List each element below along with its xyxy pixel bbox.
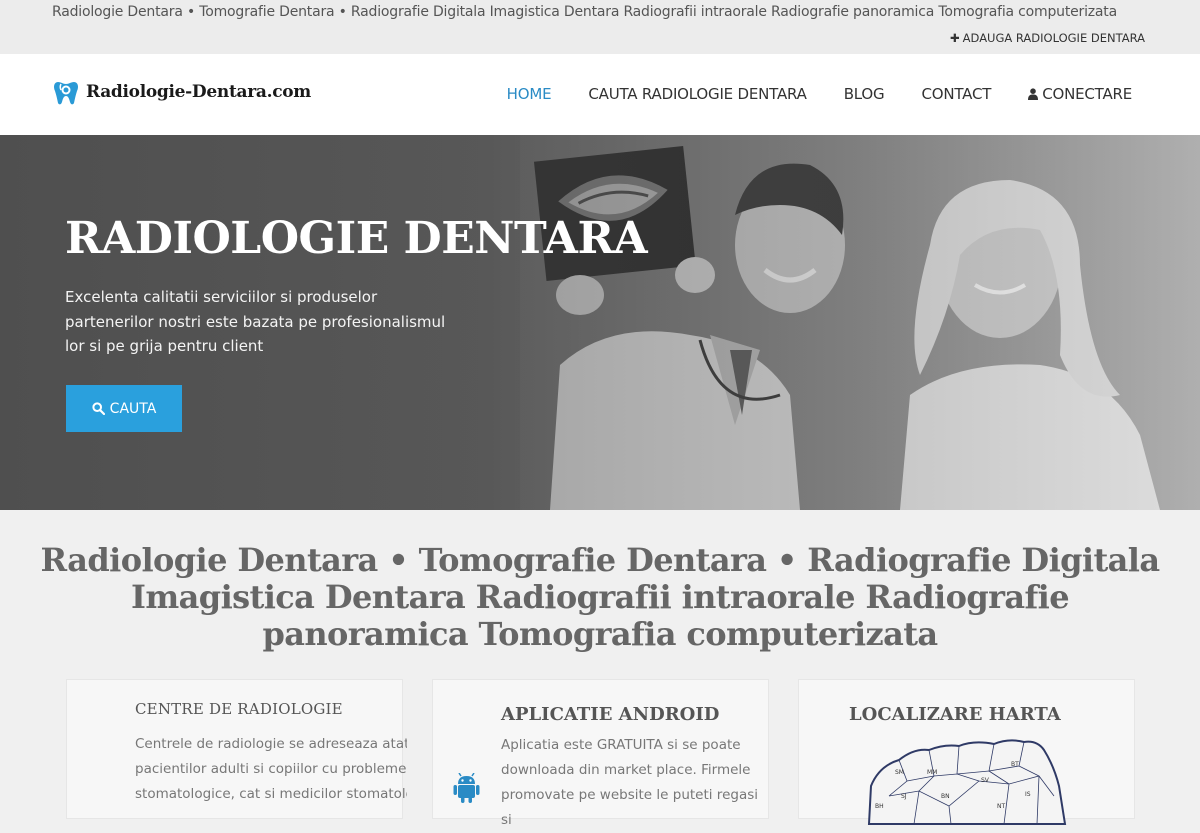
map-label: BH <box>875 803 884 810</box>
nav-blog[interactable]: BLOG <box>844 85 885 103</box>
hero-search-label: CAUTA <box>109 400 157 417</box>
card-text-line: pacientilor adulti si copiilor cu proble… <box>135 761 407 777</box>
main-nav: HOME CAUTA RADIOLOGIE DENTARA BLOG CONTA… <box>470 85 1133 103</box>
romania-map[interactable]: SM MM BT SV SJ BH BN NT IS <box>859 736 1069 826</box>
map-label: SV <box>981 777 990 784</box>
search-icon <box>92 402 105 415</box>
hero-search-button[interactable]: CAUTA <box>66 385 182 432</box>
map-label: SM <box>895 769 904 776</box>
tooth-logo-icon <box>54 82 78 105</box>
card-text-line: Centrele de radiologie se adreseaza atat <box>135 736 407 752</box>
nav-login[interactable]: CONECTARE <box>1028 85 1132 103</box>
card-text-line: downloada din market place. Firmele <box>501 762 751 778</box>
map-label: SJ <box>901 793 907 800</box>
add-listing-link[interactable]: ✚ ADAUGA RADIOLOGIE DENTARA <box>950 31 1145 45</box>
nav-home[interactable]: HOME <box>507 85 552 103</box>
hero-description: Excelenta calitatii serviciilor si produ… <box>65 288 446 355</box>
card-text-line: Aplicatia este GRATUITA si se poate <box>501 737 741 753</box>
site-tagline: Radiologie Dentara • Tomografie Dentara … <box>52 4 1117 20</box>
card-text: Aplicatia este GRATUITA si se poate down… <box>501 733 763 833</box>
card-text-line: promovate pe website le puteti regasi si <box>501 787 758 828</box>
site-header: Radiologie-Dentara.com HOME CAUTA RADIOL… <box>0 54 1200 135</box>
nav-search-radiology[interactable]: CAUTA RADIOLOGIE DENTARA <box>588 85 807 103</box>
site-logo[interactable]: Radiologie-Dentara.com <box>52 78 311 106</box>
card-title: CENTRE DE RADIOLOGIE <box>135 700 343 718</box>
card-map-location: LOCALIZARE HARTA SM MM BT SV SJ BH BN NT… <box>798 679 1135 825</box>
main-heading: Radiologie Dentara • Tomografie Dentara … <box>40 541 1161 653</box>
add-listing-label: ADAUGA RADIOLOGIE DENTARA <box>962 31 1145 45</box>
hero-title: RADIOLOGIE DENTARA <box>65 213 648 264</box>
top-bar: Radiologie Dentara • Tomografie Dentara … <box>0 0 1200 54</box>
nav-contact[interactable]: CONTACT <box>921 85 991 103</box>
map-label: IS <box>1025 791 1031 798</box>
user-icon <box>1028 88 1039 100</box>
map-label: MM <box>927 769 937 776</box>
map-label: BN <box>941 793 950 800</box>
map-label: BT <box>1011 761 1019 768</box>
android-icon <box>453 773 480 803</box>
hero-banner: RADIOLOGIE DENTARA Excelenta calitatii s… <box>0 135 1200 510</box>
nav-login-label: CONECTARE <box>1042 85 1132 103</box>
plus-icon: ✚ <box>950 31 960 45</box>
card-radiology-centers: CENTRE DE RADIOLOGIE Centrele de radiolo… <box>66 679 407 819</box>
logo-text: Radiologie-Dentara.com <box>86 82 311 102</box>
map-label: NT <box>997 803 1005 810</box>
card-title: APLICATIE ANDROID <box>501 704 720 725</box>
card-text: Centrele de radiologie se adreseaza atat… <box>135 732 407 807</box>
card-title: LOCALIZARE HARTA <box>849 704 1061 725</box>
card-android-app: APLICATIE ANDROID Aplicatia este GRATUIT… <box>432 679 769 828</box>
